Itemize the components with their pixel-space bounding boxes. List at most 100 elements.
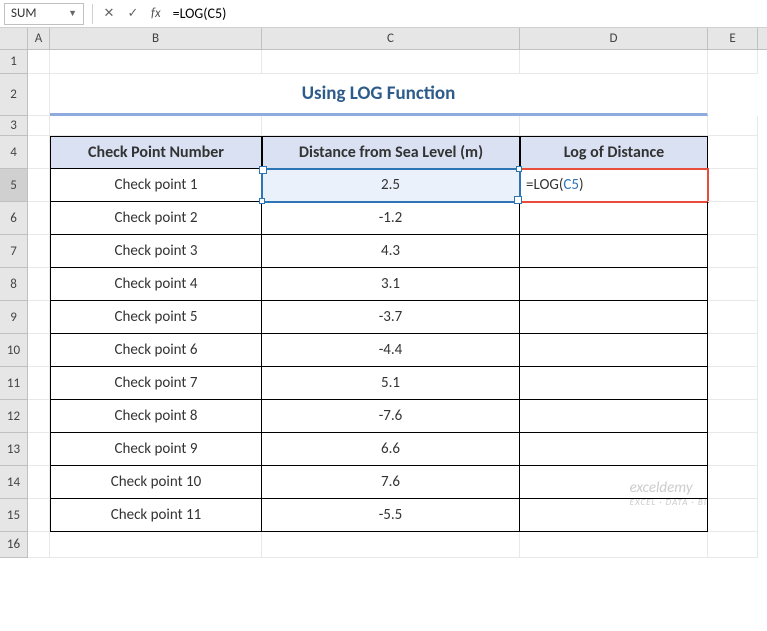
cell-d16[interactable] [520,532,708,558]
cell-e6[interactable] [708,202,758,235]
fx-icon[interactable]: fx [151,6,161,21]
col-header-c[interactable]: C [262,28,520,49]
cell-d15[interactable] [520,499,708,532]
cell-b16[interactable] [50,532,262,558]
cell-e13[interactable] [708,433,758,466]
name-box[interactable]: SUM ▼ [4,3,84,25]
cell-c11[interactable]: 5.1 [262,367,520,400]
cell-a1[interactable] [28,50,50,74]
cell-e4[interactable] [708,136,758,169]
formula-input[interactable] [167,3,767,25]
cell-d5[interactable]: =LOG(C5) [520,169,708,202]
cell-d6[interactable] [520,202,708,235]
row-header-10[interactable]: 10 [0,334,28,367]
row-header-15[interactable]: 15 [0,499,28,532]
cell-b12[interactable]: Check point 8 [50,400,262,433]
row-header-5[interactable]: 5 [0,169,28,202]
cell-c5[interactable]: 2.5 [262,169,520,202]
cell-b15[interactable]: Check point 11 [50,499,262,532]
select-all-corner[interactable] [0,28,28,49]
col-header-e[interactable]: E [708,28,758,49]
cell-e9[interactable] [708,301,758,334]
cell-b9[interactable]: Check point 5 [50,301,262,334]
cell-b3[interactable] [50,116,262,136]
cell-c14[interactable]: 7.6 [262,466,520,499]
cell-b5[interactable]: Check point 1 [50,169,262,202]
cell-a5[interactable] [28,169,50,202]
cell-b14[interactable]: Check point 10 [50,466,262,499]
cell-a2[interactable] [28,74,50,116]
table-header-distance[interactable]: Distance from Sea Level (m) [262,136,520,169]
cell-d3[interactable] [520,116,708,136]
cell-a9[interactable] [28,301,50,334]
cell-d8[interactable] [520,268,708,301]
cell-a7[interactable] [28,235,50,268]
cell-a6[interactable] [28,202,50,235]
table-header-name[interactable]: Check Point Number [50,136,262,169]
cell-e5[interactable] [708,169,758,202]
cell-a14[interactable] [28,466,50,499]
cell-b7[interactable]: Check point 3 [50,235,262,268]
cancel-icon[interactable]: ✕ [97,3,121,25]
row-header-12[interactable]: 12 [0,400,28,433]
name-box-dropdown-icon[interactable]: ▼ [68,8,77,19]
cell-b13[interactable]: Check point 9 [50,433,262,466]
cell-b10[interactable]: Check point 6 [50,334,262,367]
cell-c6[interactable]: -1.2 [262,202,520,235]
cell-d7[interactable] [520,235,708,268]
row-header-16[interactable]: 16 [0,532,28,558]
cell-c13[interactable]: 6.6 [262,433,520,466]
cell-d11[interactable] [520,367,708,400]
cell-e1[interactable] [708,50,758,74]
cell-d9[interactable] [520,301,708,334]
row-header-7[interactable]: 7 [0,235,28,268]
cell-e16[interactable] [708,532,758,558]
row-header-14[interactable]: 14 [0,466,28,499]
cell-e10[interactable] [708,334,758,367]
row-header-2[interactable]: 2 [0,74,28,116]
cell-e12[interactable] [708,400,758,433]
cell-c12[interactable]: -7.6 [262,400,520,433]
cell-d13[interactable] [520,433,708,466]
cell-c15[interactable]: -5.5 [262,499,520,532]
col-header-d[interactable]: D [520,28,708,49]
cell-a8[interactable] [28,268,50,301]
title-merged-cell[interactable]: Using LOG Function [50,74,708,116]
col-header-a[interactable]: A [28,28,50,49]
cell-d10[interactable] [520,334,708,367]
row-header-9[interactable]: 9 [0,301,28,334]
cell-b8[interactable]: Check point 4 [50,268,262,301]
row-header-11[interactable]: 11 [0,367,28,400]
cell-b6[interactable]: Check point 2 [50,202,262,235]
cell-a11[interactable] [28,367,50,400]
row-header-3[interactable]: 3 [0,116,28,136]
cell-e14[interactable] [708,466,758,499]
col-header-b[interactable]: B [50,28,262,49]
cell-a4[interactable] [28,136,50,169]
cell-e11[interactable] [708,367,758,400]
cell-d1[interactable] [520,50,708,74]
cell-b11[interactable]: Check point 7 [50,367,262,400]
cell-b1[interactable] [50,50,262,74]
row-header-8[interactable]: 8 [0,268,28,301]
row-header-13[interactable]: 13 [0,433,28,466]
cell-c8[interactable]: 3.1 [262,268,520,301]
cell-c16[interactable] [262,532,520,558]
cell-d14[interactable] [520,466,708,499]
cell-a16[interactable] [28,532,50,558]
cell-c1[interactable] [262,50,520,74]
cell-c7[interactable]: 4.3 [262,235,520,268]
table-header-log[interactable]: Log of Distance [520,136,708,169]
cell-e15[interactable] [708,499,758,532]
cell-a12[interactable] [28,400,50,433]
cell-c9[interactable]: -3.7 [262,301,520,334]
cell-a15[interactable] [28,499,50,532]
row-header-6[interactable]: 6 [0,202,28,235]
row-header-1[interactable]: 1 [0,50,28,74]
confirm-icon[interactable]: ✓ [121,3,145,25]
cell-e7[interactable] [708,235,758,268]
cell-a3[interactable] [28,116,50,136]
cell-d12[interactable] [520,400,708,433]
cell-e8[interactable] [708,268,758,301]
cell-a13[interactable] [28,433,50,466]
